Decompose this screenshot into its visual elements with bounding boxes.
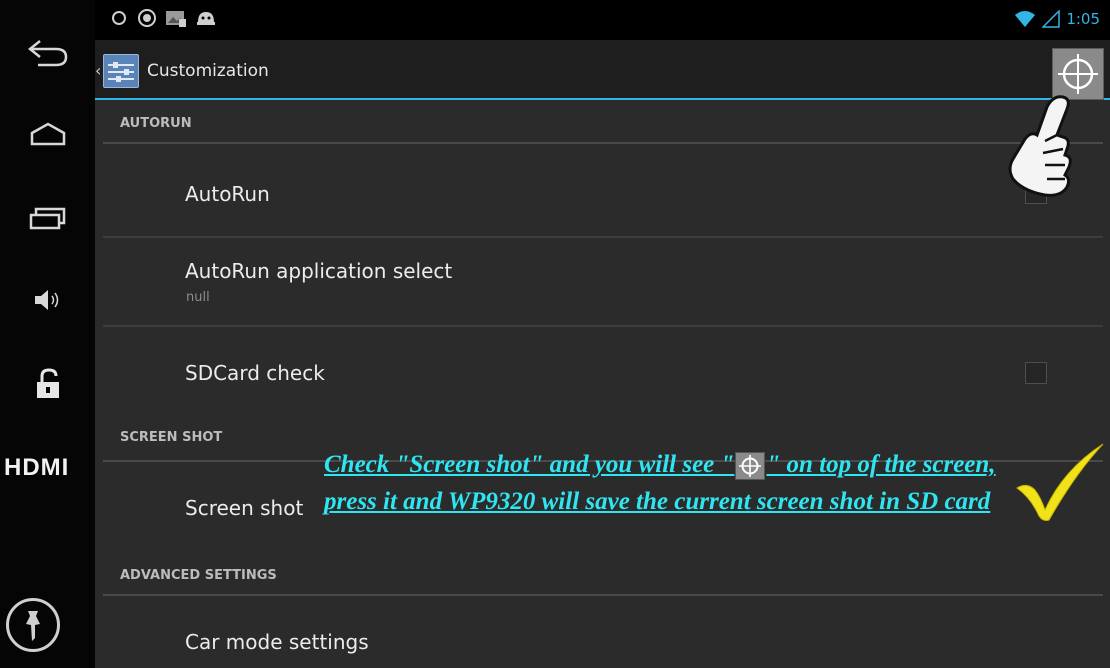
section-header-advanced-settings: ADVANCED SETTINGS: [120, 568, 277, 583]
up-caret-icon[interactable]: ‹: [95, 61, 101, 80]
customization-app-icon[interactable]: [103, 54, 139, 88]
wifi-icon: [1015, 11, 1036, 27]
item-title: Car mode settings: [185, 630, 369, 654]
back-button[interactable]: [0, 30, 95, 76]
gallery-icon: [166, 11, 186, 27]
instruction-annotation: Check "Screen shot" and you will see " " …: [324, 446, 1004, 520]
status-bar: 1:05: [95, 0, 1110, 40]
pointing-hand-icon: [1008, 95, 1072, 197]
recents-button[interactable]: [0, 200, 95, 236]
item-divider: [103, 236, 1103, 238]
settings-screen: 1:05 ‹ Customization AUTORUN AutoRun Aut…: [95, 0, 1110, 668]
page-title: Customization: [147, 61, 269, 81]
action-bar: ‹ Customization: [95, 40, 1110, 100]
item-title: AutoRun application select: [185, 259, 453, 283]
home-button[interactable]: [0, 114, 95, 154]
back-icon: [27, 40, 67, 67]
hdmi-label[interactable]: HDMI: [0, 454, 95, 482]
status-right: 1:05: [1014, 10, 1100, 28]
navigation-bar: HDMI: [0, 0, 95, 668]
crosshair-icon: [1058, 54, 1098, 94]
sdcard-check-checkbox[interactable]: [1025, 362, 1047, 384]
item-title: AutoRun: [185, 182, 270, 206]
signal-icon: [1042, 10, 1061, 28]
item-subtitle: null: [186, 290, 210, 305]
item-title: Screen shot: [185, 496, 304, 520]
recents-icon: [29, 207, 65, 230]
section-divider: [103, 594, 1103, 596]
pin-icon: [26, 611, 40, 641]
home-icon: [30, 122, 65, 146]
annotation-text-part1: Check "Screen shot" and you will see ": [324, 451, 735, 478]
pin-button[interactable]: [6, 598, 60, 652]
ring-icon: [112, 11, 126, 25]
android-icon: [197, 12, 215, 25]
section-divider: [103, 142, 1103, 144]
circle-a-icon: [138, 9, 156, 27]
volume-button[interactable]: [0, 282, 95, 318]
checkmark-icon: [1016, 443, 1104, 521]
screenshot-button[interactable]: [1052, 48, 1104, 100]
section-header-screen-shot: SCREEN SHOT: [120, 430, 223, 445]
item-title: SDCard check: [185, 361, 325, 385]
crosshair-icon: [735, 452, 766, 481]
section-header-autorun: AUTORUN: [120, 116, 192, 131]
status-time: 1:05: [1066, 10, 1100, 28]
item-divider: [103, 325, 1103, 327]
unlock-button[interactable]: [0, 364, 95, 404]
unlock-icon: [36, 368, 59, 398]
status-notification-icons: [109, 8, 217, 28]
volume-icon: [34, 290, 58, 310]
